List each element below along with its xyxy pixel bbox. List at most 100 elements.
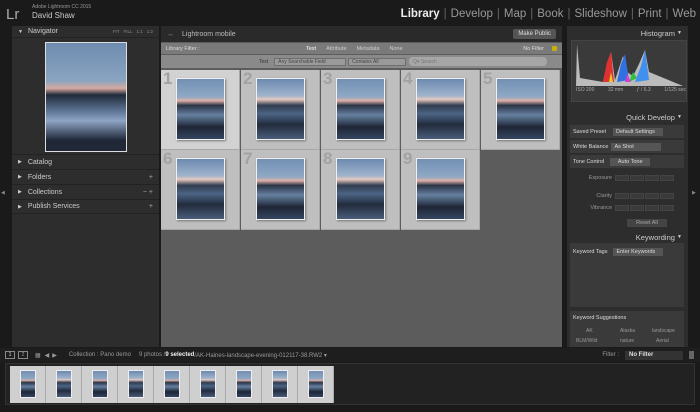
- saved-preset-select[interactable]: Default Settings: [613, 127, 664, 136]
- navigator-preview[interactable]: [45, 42, 127, 152]
- zoom-1-2[interactable]: 1:2: [147, 29, 153, 34]
- auto-tone-button[interactable]: Auto Tone: [610, 157, 651, 166]
- filmstrip-thumb[interactable]: [118, 366, 154, 403]
- grid-cell[interactable]: 8: [321, 149, 400, 230]
- filmstrip-thumb[interactable]: [82, 366, 118, 403]
- module-map[interactable]: Map: [504, 8, 526, 20]
- grid-cell[interactable]: 7: [241, 149, 320, 230]
- module-slideshow[interactable]: Slideshow: [574, 8, 626, 20]
- triangle-down-icon: ▼: [677, 30, 682, 36]
- search-placeholder: Search: [420, 58, 437, 65]
- zoom-1-1[interactable]: 1:1: [136, 29, 142, 34]
- keyword-suggestion[interactable]: landscape: [652, 328, 675, 334]
- clarity-buttons[interactable]: [615, 193, 674, 199]
- rule-select[interactable]: Contains All: [348, 57, 407, 66]
- filter-tab-none[interactable]: None: [390, 46, 403, 52]
- remove-add-icons[interactable]: − +: [143, 189, 153, 196]
- keyword-suggestion[interactable]: Aerial: [656, 338, 669, 344]
- photo-thumbnail[interactable]: [336, 158, 385, 220]
- add-icon[interactable]: +: [149, 174, 153, 181]
- panel-catalog[interactable]: ▶ Catalog: [12, 154, 159, 169]
- vibrance-buttons[interactable]: [615, 205, 674, 211]
- make-public-button[interactable]: Make Public: [513, 29, 556, 39]
- filmstrip-filter-select[interactable]: No Filter: [625, 350, 683, 360]
- keyword-tags-box[interactable]: Keyword Tags Enter Keywords: [570, 243, 684, 307]
- photo-thumbnail[interactable]: [256, 158, 305, 220]
- zoom-fit[interactable]: FIT: [113, 29, 120, 34]
- section-label: Publish Services: [27, 203, 80, 210]
- filmstrip-thumb[interactable]: [154, 366, 190, 403]
- cell-number: 6: [163, 149, 173, 168]
- filmstrip-thumb[interactable]: [262, 366, 298, 403]
- white-balance-select[interactable]: As Shot: [611, 142, 662, 151]
- panel-folders[interactable]: ▶ Folders +: [12, 169, 159, 184]
- photo-thumbnail[interactable]: [496, 78, 545, 140]
- module-web[interactable]: Web: [673, 8, 696, 20]
- module-develop[interactable]: Develop: [451, 8, 493, 20]
- photo-thumbnail[interactable]: [176, 158, 225, 220]
- zoom-fill[interactable]: FILL: [123, 29, 132, 34]
- keywording-header[interactable]: Keywording ▼: [567, 230, 688, 244]
- grid-cell[interactable]: 9: [401, 149, 480, 230]
- section-label: Folders: [27, 173, 52, 181]
- filmstrip-thumb[interactable]: [190, 366, 226, 403]
- collapse-right-panel-icon[interactable]: ▶: [692, 190, 696, 196]
- filter-tab-metadata[interactable]: Metadata: [357, 46, 380, 52]
- main-window-button[interactable]: 1: [5, 351, 15, 359]
- grid-icon[interactable]: ▦: [35, 352, 41, 359]
- exposure-buttons[interactable]: [615, 175, 674, 181]
- collection-source[interactable]: Collection : Pano demo: [69, 352, 131, 358]
- module-print[interactable]: Print: [638, 8, 662, 20]
- keyword-suggestion[interactable]: nature: [620, 338, 634, 344]
- keyword-tags-select[interactable]: Enter Keywords: [613, 247, 664, 256]
- photo-thumbnail[interactable]: [336, 78, 385, 140]
- filmstrip-thumb[interactable]: [46, 366, 82, 403]
- module-library[interactable]: Library: [401, 8, 440, 20]
- cell-number: 7: [243, 149, 253, 168]
- grid-cell[interactable]: 6: [161, 149, 240, 230]
- panel-collections[interactable]: ▶ Collections − +: [12, 184, 159, 199]
- filter-tab-attribute[interactable]: Attribute: [326, 46, 346, 52]
- photo-thumbnail[interactable]: [416, 78, 465, 140]
- photo-thumbnail[interactable]: [416, 158, 465, 220]
- forward-arrow-icon[interactable]: ▶: [52, 352, 57, 359]
- photo-thumbnail[interactable]: [176, 78, 225, 140]
- grid-cell[interactable]: 4: [401, 69, 480, 150]
- histogram-header[interactable]: Histogram ▼: [567, 26, 688, 40]
- collapse-left-panel-icon[interactable]: ◀: [1, 190, 5, 196]
- filter-tab-text[interactable]: Text: [306, 46, 316, 52]
- quick-develop-header[interactable]: Quick Develop ▼: [567, 110, 688, 124]
- mobile-label: Lightroom mobile: [182, 30, 236, 38]
- back-arrow-icon[interactable]: ◀: [45, 352, 50, 359]
- grid-cell[interactable]: 5: [481, 69, 560, 150]
- reset-all-button[interactable]: Reset All: [627, 219, 667, 227]
- file-name[interactable]: /AK-Haines-landscape-evening-012117-38.R…: [194, 352, 327, 359]
- lock-icon[interactable]: [552, 46, 557, 51]
- filter-preset[interactable]: No Filter: [523, 46, 544, 52]
- panel-publish-services[interactable]: ▶ Publish Services +: [12, 199, 159, 214]
- add-icon[interactable]: +: [149, 203, 153, 210]
- filter-switch[interactable]: [689, 351, 694, 359]
- search-input[interactable]: Q▾ Search: [409, 57, 548, 66]
- module-book[interactable]: Book: [537, 8, 563, 20]
- photo-thumbnail[interactable]: [256, 78, 305, 140]
- grid-view: ↔ Lightroom mobile Make Public Library F…: [161, 26, 562, 347]
- navigator-header[interactable]: ▼ Navigator FIT FILL 1:1 1:2: [12, 26, 159, 38]
- keyword-suggestion[interactable]: Alaska: [620, 328, 635, 334]
- keyword-tags-row: Keyword Tags Enter Keywords: [570, 245, 684, 258]
- triangle-right-icon: ▶: [18, 189, 22, 195]
- filmstrip-thumb[interactable]: [298, 366, 334, 403]
- quick-develop-title: Quick Develop: [626, 112, 675, 122]
- filmstrip-thumb[interactable]: [10, 366, 46, 403]
- keyword-suggestion[interactable]: AK: [586, 328, 593, 334]
- grid-cell[interactable]: 3: [321, 69, 400, 150]
- photo-thumbnail: [200, 370, 216, 398]
- section-label: Collections: [27, 188, 63, 196]
- searchable-field-select[interactable]: Any Searchable Field: [274, 57, 347, 66]
- grid-cell[interactable]: 2: [241, 69, 320, 150]
- second-window-button[interactable]: 2: [18, 351, 28, 359]
- keyword-suggestion[interactable]: BLM/Wild: [576, 338, 597, 344]
- grid-cell[interactable]: 1: [161, 69, 240, 150]
- filmstrip-thumb[interactable]: [226, 366, 262, 403]
- selected-count: 9 selected: [165, 352, 195, 358]
